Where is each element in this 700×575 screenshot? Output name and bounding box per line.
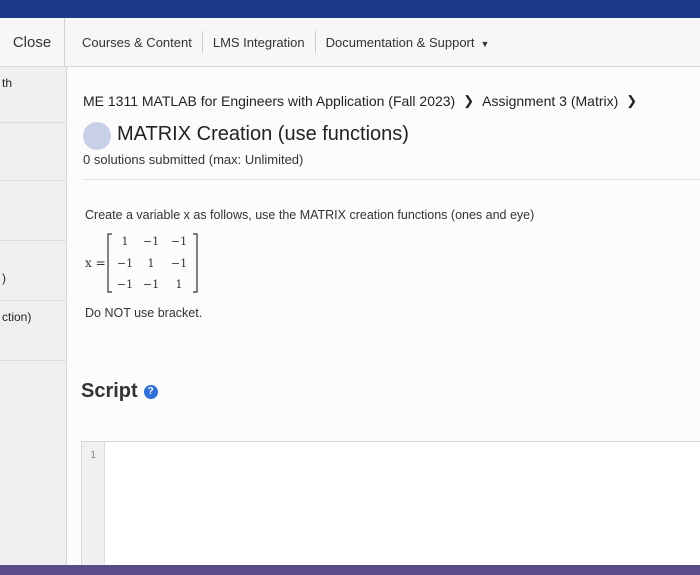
sidebar-item[interactable] (0, 180, 66, 241)
matrix-cell: 1 (148, 257, 155, 270)
sidebar-item-label: th (2, 76, 13, 90)
matrix-variable: x = (85, 256, 106, 270)
problem-sidebar: th ) ction) (0, 67, 67, 565)
matrix-cell: −1 (143, 278, 159, 291)
caret-down-icon: ▼ (480, 38, 490, 49)
problem-status-icon (83, 122, 111, 150)
nav-documentation-label: Documentation & Support (325, 34, 475, 50)
problem-description: Create a variable x as follows, use the … (85, 208, 535, 222)
script-heading-label: Script (81, 380, 138, 402)
left-bracket (107, 233, 112, 293)
divider (83, 179, 700, 180)
line-number: 1 (90, 450, 97, 461)
right-bracket (193, 233, 198, 293)
matrix-cell: −1 (117, 257, 133, 270)
matrix-figure: x = 1 −1 −1 −1 1 −1 −1 −1 1 (85, 233, 198, 293)
nav-documentation-support[interactable]: Documentation & Support ▼ (316, 35, 500, 50)
sidebar-item-label: ) (2, 271, 6, 285)
sidebar-item-label: ction) (2, 310, 32, 324)
problem-main: ME 1311 MATLAB for Engineers with Applic… (67, 67, 700, 567)
sidebar-item[interactable] (0, 360, 66, 565)
breadcrumb: ME 1311 MATLAB for Engineers with Applic… (83, 93, 645, 109)
matrix-cell: −1 (171, 257, 187, 270)
sidebar-item[interactable] (0, 122, 66, 181)
matrix-image: x = 1 −1 −1 −1 1 −1 −1 −1 1 (85, 230, 215, 296)
nav-courses-content[interactable]: Courses & Content (72, 35, 202, 50)
script-heading: Script ? (81, 380, 158, 403)
code-editor[interactable]: 1 (81, 441, 700, 567)
page-title: MATRIX Creation (use functions) (117, 123, 409, 145)
bottom-strip (0, 565, 700, 575)
breadcrumb-assignment-link[interactable]: Assignment 3 (Matrix) (482, 93, 618, 109)
matrix-cell: −1 (171, 235, 187, 248)
sidebar-item[interactable]: th (0, 67, 66, 123)
breadcrumb-course-link[interactable]: ME 1311 MATLAB for Engineers with Applic… (83, 93, 455, 109)
matrix-cell: −1 (117, 278, 133, 291)
sidebar-item[interactable]: ) (0, 240, 66, 301)
nav-lms-integration[interactable]: LMS Integration (203, 35, 315, 50)
instruction-note: Do NOT use bracket. (85, 306, 203, 320)
line-number-gutter: 1 (82, 442, 105, 566)
matrix-cell: −1 (143, 235, 159, 248)
submission-count: 0 solutions submitted (max: Unlimited) (83, 152, 304, 167)
chevron-right-icon: ❯ (626, 93, 638, 108)
chevron-right-icon: ❯ (463, 93, 475, 108)
nav-links: Courses & Content LMS Integration Docume… (72, 18, 499, 66)
sidebar-item[interactable]: ction) (0, 300, 66, 361)
top-navigation: Close Courses & Content LMS Integration … (0, 18, 700, 67)
matrix-cell: 1 (176, 278, 183, 291)
matrix-cell: 1 (122, 235, 129, 248)
help-icon[interactable]: ? (143, 384, 158, 399)
close-button[interactable]: Close (0, 18, 65, 66)
browser-top-strip (0, 0, 700, 18)
